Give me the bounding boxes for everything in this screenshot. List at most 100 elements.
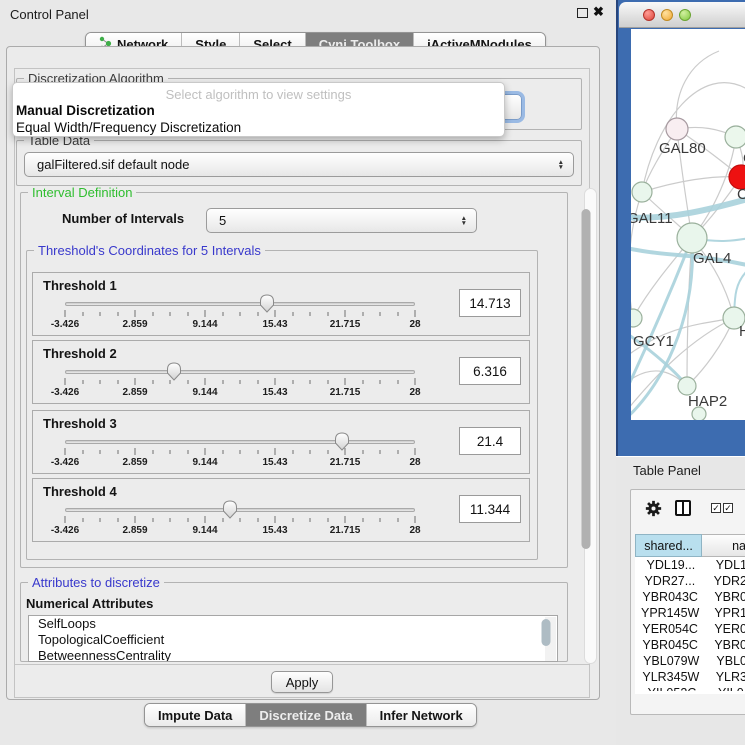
- threshold-4-value-field[interactable]: 11.344: [459, 495, 521, 523]
- slider-tick-label: -3.426: [51, 457, 79, 468]
- node-gal80[interactable]: [666, 118, 688, 140]
- cell-shared-name: YBR045C: [635, 637, 705, 653]
- threshold-label: Threshold 4: [43, 484, 117, 499]
- table-row[interactable]: YBR045CYBR0: [635, 637, 745, 653]
- attribute-item-topologicalcoefficient[interactable]: TopologicalCoefficient: [29, 632, 557, 648]
- interval-definition-group-title: Interval Definition: [28, 186, 136, 199]
- close-icon[interactable]: ✖: [593, 4, 604, 20]
- table-data-select[interactable]: galFiltered.sif default node ▲▼: [24, 152, 574, 177]
- number-of-intervals-value: 5: [219, 213, 226, 228]
- column-header-shared-name[interactable]: shared...: [635, 534, 702, 557]
- algorithm-option-equal-width-frequency[interactable]: Equal Width/Frequency Discretization: [16, 120, 241, 135]
- gear-icon[interactable]: [645, 500, 662, 522]
- bottom-tab-label: Infer Network: [380, 708, 463, 723]
- bottom-tab-infer-network[interactable]: Infer Network: [366, 704, 476, 726]
- cell-shared-name: YDR27...: [635, 573, 705, 589]
- slider-tick-label: 2.859: [122, 457, 147, 468]
- slider-tick-label: 15.43: [262, 387, 287, 398]
- node-label: GAL11: [631, 210, 673, 227]
- network-canvas[interactable]: GAL80GACGAL11GAL4GCY1HHAP2: [631, 29, 745, 420]
- slider-track: [65, 302, 415, 306]
- table-row[interactable]: YBL079WYBL0: [635, 653, 745, 669]
- table-row[interactable]: YIL052CYIL0: [635, 685, 745, 691]
- table-row[interactable]: YDR27...YDR2: [635, 573, 745, 589]
- slider-track: [65, 370, 415, 374]
- table-row[interactable]: YLR345WYLR3: [635, 669, 745, 685]
- slider-thumb[interactable]: [334, 432, 350, 451]
- node-gal4[interactable]: [677, 223, 707, 253]
- minimize-traffic-light-icon[interactable]: [661, 9, 673, 21]
- slider-tick-label: -3.426: [51, 319, 79, 330]
- threshold-2-value-field[interactable]: 6.316: [459, 357, 521, 385]
- close-traffic-light-icon[interactable]: [643, 9, 655, 21]
- threshold-3-value-field[interactable]: 21.4: [459, 427, 521, 455]
- table-header-row: shared... na: [635, 534, 745, 557]
- node-gcy1[interactable]: [631, 309, 642, 327]
- slider-thumb[interactable]: [222, 500, 238, 519]
- control-panel-titlebar: Control Panel ✖: [0, 0, 616, 28]
- slider-thumb[interactable]: [259, 294, 275, 313]
- table-row[interactable]: YDL19...YDL1: [635, 557, 745, 573]
- table-panel: Table Panel ✓ ✓ shared... na: [616, 457, 745, 745]
- bottom-tab-impute-data[interactable]: Impute Data: [145, 704, 245, 726]
- table-panel-body: ✓ ✓ shared... na YDL19...YDL1YDR27...YDR…: [630, 489, 745, 715]
- network-edge: [642, 177, 741, 192]
- application-screen: Control Panel ✖ NetworkStyleSelectCyni T…: [0, 0, 745, 745]
- cell-shared-name: YPR145W: [635, 605, 705, 621]
- slider-thumb[interactable]: [166, 362, 182, 381]
- threshold-2-block: Threshold 2-3.4262.8599.14415.4321.71528…: [32, 340, 530, 404]
- attributes-group-title: Attributes to discretize: [28, 576, 164, 589]
- algorithm-dropdown-popup: Select algorithm to view settings Manual…: [12, 82, 505, 137]
- network-window-titlebar[interactable]: [619, 2, 745, 28]
- column-header-name[interactable]: na: [702, 534, 745, 557]
- cell-name: YDR2: [705, 573, 745, 589]
- slider-tick-label: 21.715: [330, 525, 361, 536]
- threshold-2-slider[interactable]: -3.4262.8599.14415.4321.71528: [57, 361, 423, 403]
- attribute-item-betweennesscentrality[interactable]: BetweennessCentrality: [29, 648, 557, 662]
- bottom-tab-discretize-data[interactable]: Discretize Data: [245, 704, 365, 726]
- table-row[interactable]: YER054CYER0: [635, 621, 745, 637]
- threshold-1-block: Threshold 1-3.4262.8599.14415.4321.71528…: [32, 272, 530, 336]
- node-label: GAL80: [659, 140, 706, 157]
- attributes-list-scrollbar[interactable]: [545, 617, 556, 661]
- checkbox-icon[interactable]: ✓: [723, 503, 733, 513]
- number-of-intervals-select[interactable]: 5 ▲▼: [206, 208, 477, 233]
- stepper-arrows-icon: ▲▼: [558, 160, 564, 170]
- apply-button[interactable]: Apply: [271, 671, 333, 693]
- node-partial-right[interactable]: [725, 126, 745, 148]
- slider-tick-label: 21.715: [330, 319, 361, 330]
- scrollbar-thumb[interactable]: [582, 209, 591, 549]
- float-window-icon[interactable]: [577, 8, 588, 18]
- stepper-arrows-icon: ▲▼: [461, 216, 467, 226]
- algorithm-option-manual-discretization[interactable]: Manual Discretization: [16, 103, 155, 118]
- node-gal11[interactable]: [632, 182, 652, 202]
- control-panel-title: Control Panel: [10, 7, 89, 22]
- slider-tick-label: 9.144: [192, 457, 217, 468]
- network-edge: [687, 318, 734, 386]
- split-columns-icon[interactable]: [675, 500, 691, 516]
- table-data-select-value: galFiltered.sif default node: [37, 157, 189, 172]
- threshold-label: Threshold 1: [43, 278, 117, 293]
- threshold-1-slider[interactable]: -3.4262.8599.14415.4321.71528: [57, 293, 423, 335]
- algorithm-dropdown-hint: Select algorithm to view settings: [13, 87, 504, 102]
- checkbox-icon[interactable]: ✓: [711, 503, 721, 513]
- table-row[interactable]: YPR145WYPR1: [635, 605, 745, 621]
- node-label: C: [737, 186, 745, 203]
- slider-tick-label: 15.43: [262, 525, 287, 536]
- threshold-3-slider[interactable]: -3.4262.8599.14415.4321.71528: [57, 431, 423, 473]
- slider-tick-label: 2.859: [122, 525, 147, 536]
- threshold-1-value-field[interactable]: 14.713: [459, 289, 521, 317]
- slider-tick-label: 28: [409, 319, 420, 330]
- slider-track: [65, 440, 415, 444]
- slider-tick-label: 9.144: [192, 319, 217, 330]
- settings-vertical-scrollbar[interactable]: [584, 188, 597, 664]
- cell-shared-name: YBL079W: [635, 653, 707, 669]
- zoom-traffic-light-icon[interactable]: [679, 9, 691, 21]
- slider-tick-label: 2.859: [122, 387, 147, 398]
- scrollbar-thumb[interactable]: [542, 619, 551, 646]
- attribute-item-selfloops[interactable]: SelfLoops: [29, 616, 557, 632]
- threshold-4-slider[interactable]: -3.4262.8599.14415.4321.71528: [57, 499, 423, 541]
- cell-shared-name: YBR043C: [635, 589, 705, 605]
- cell-name: YIL0: [709, 685, 745, 691]
- table-row[interactable]: YBR043CYBR0: [635, 589, 745, 605]
